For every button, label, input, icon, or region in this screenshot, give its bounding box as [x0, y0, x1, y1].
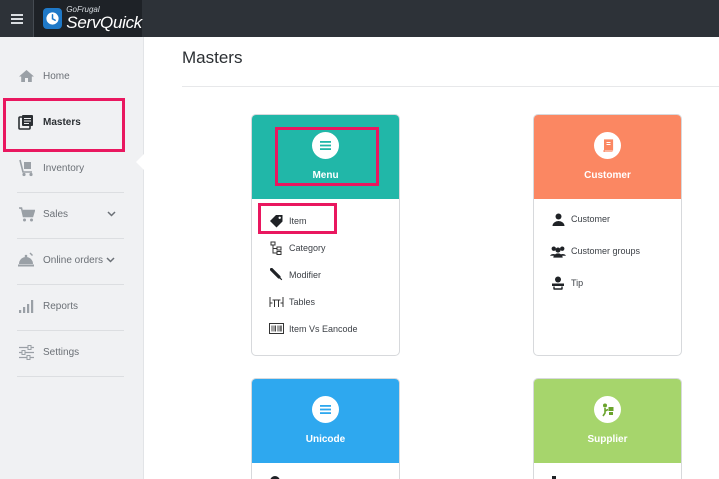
menu-item-category[interactable]: Category	[268, 234, 399, 261]
customer-item-label: Tip	[571, 278, 584, 288]
menu-card-title: Menu	[312, 170, 339, 181]
clock-logo-icon	[43, 8, 63, 29]
list-icon	[312, 396, 339, 423]
sidebar-item-online-orders[interactable]: Online orders	[0, 237, 124, 283]
table-icon	[268, 294, 284, 310]
bars-icon	[17, 297, 35, 315]
pen-icon	[268, 267, 284, 283]
users-icon	[550, 243, 566, 259]
menu-card: Menu Item Category Modifier Tables Item …	[251, 114, 400, 356]
sidebar-item-label: Sales	[43, 208, 69, 220]
bell-icon	[17, 251, 35, 269]
sidebar-item-reports[interactable]: Reports	[0, 283, 124, 329]
unicode-card-title: Unicode	[305, 434, 346, 445]
divider	[17, 376, 124, 377]
active-indicator	[136, 154, 144, 170]
menu-item-item[interactable]: Item	[268, 207, 399, 234]
supplier-icon	[594, 396, 621, 423]
unicode-card-header[interactable]: Unicode	[252, 379, 399, 463]
customer-card: Customer Customer Customer groups Tip	[533, 114, 682, 356]
user-icon	[550, 211, 566, 227]
sidebar-item-inventory[interactable]: Inventory	[0, 145, 124, 191]
customer-item-label: Customer groups	[571, 246, 641, 256]
top-bar: GoFrugal ServQuick	[0, 0, 719, 37]
supplier-card-title: Supplier	[587, 434, 628, 445]
tag-icon	[268, 213, 284, 229]
customer-card-header[interactable]: Customer	[534, 115, 681, 199]
chevron-down-icon[interactable]	[106, 257, 115, 263]
inventory-icon	[17, 159, 35, 177]
tip-icon	[550, 275, 566, 291]
sidebar-item-label: Settings	[43, 346, 80, 358]
masters-icon	[17, 113, 35, 131]
menu-item-modifier[interactable]: Modifier	[268, 261, 399, 288]
barcode-icon	[268, 321, 284, 337]
sidebar-item-label: Reports	[43, 300, 79, 312]
menu-item-label: Tables	[289, 296, 316, 307]
sidebar-item-settings[interactable]: Settings	[0, 329, 124, 375]
menu-toggle-button[interactable]	[0, 0, 34, 37]
menu-item-label: Category	[289, 242, 326, 253]
list-icon	[312, 132, 339, 159]
sidebar-item-home[interactable]: Home	[0, 53, 124, 99]
book-icon	[594, 132, 621, 159]
customer-item-label: Customer	[571, 214, 611, 224]
menu-item-label: Modifier	[289, 269, 322, 280]
tree-icon	[268, 240, 284, 256]
menu-item-label: Item Vs Eancode	[289, 323, 358, 334]
sidebar-item-label: Online orders	[43, 254, 104, 266]
sidebar-item-label: Inventory	[43, 162, 85, 174]
chevron-down-icon[interactable]	[107, 211, 116, 217]
cart-icon	[17, 205, 35, 223]
sidebar-item-sales[interactable]: Sales	[0, 191, 124, 237]
customer-card-title: Customer	[584, 170, 631, 181]
brand-name: ServQuick	[66, 13, 142, 32]
supplier-card-header[interactable]: Supplier	[534, 379, 681, 463]
sidebar-item-masters[interactable]: Masters	[0, 99, 124, 145]
brand[interactable]: GoFrugal ServQuick	[34, 0, 142, 37]
customer-item-tip[interactable]: Tip	[550, 267, 681, 299]
divider	[182, 86, 719, 87]
menu-card-header[interactable]: Menu	[252, 115, 399, 199]
menu-item-label: Item	[289, 215, 307, 226]
sidebar-item-label: Masters	[43, 116, 81, 128]
customer-item-customer-groups[interactable]: Customer groups	[550, 235, 681, 267]
customer-item-customer[interactable]: Customer	[550, 203, 681, 235]
page-title: Masters	[182, 48, 243, 67]
hamburger-icon	[10, 17, 23, 20]
unicode-card: Unicode	[251, 378, 400, 479]
menu-item-tables[interactable]: Tables	[268, 288, 399, 315]
sliders-icon	[17, 343, 35, 361]
menu-item-item-vs-eancode[interactable]: Item Vs Eancode	[268, 315, 399, 342]
home-icon	[17, 67, 35, 85]
sidebar: Home Masters Inventory Sales Online orde…	[0, 37, 144, 479]
sidebar-item-label: Home	[43, 70, 70, 82]
supplier-card: Supplier	[533, 378, 682, 479]
